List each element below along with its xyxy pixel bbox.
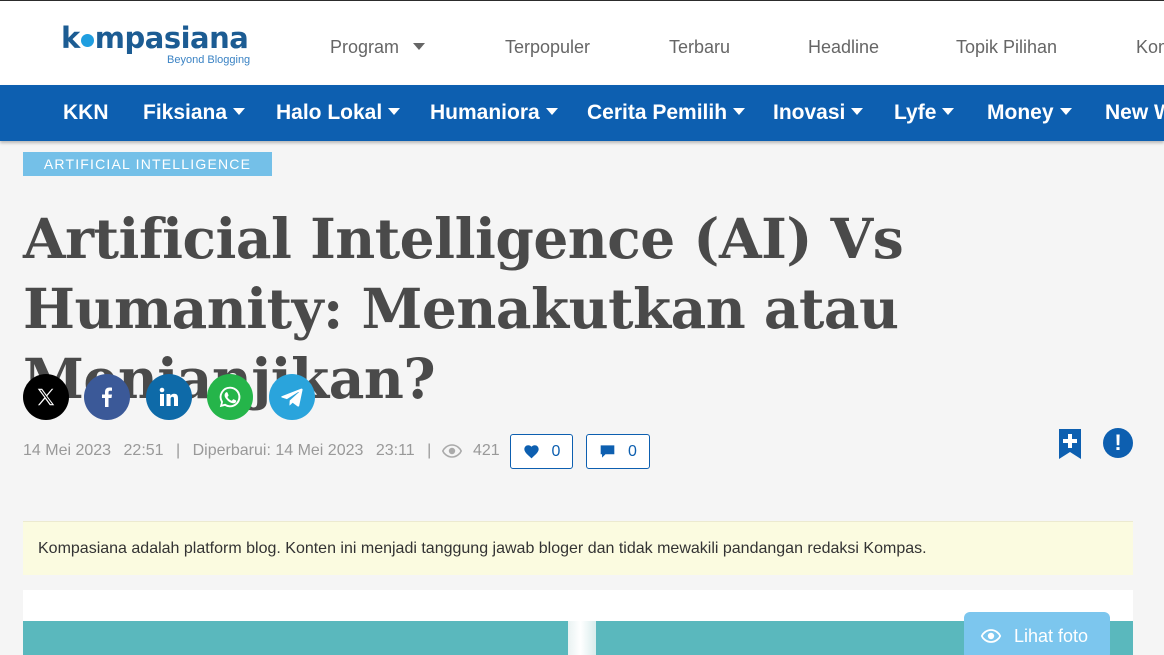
view-count: 421: [473, 442, 500, 459]
top-nav-terpopuler[interactable]: Terpopuler: [505, 37, 590, 58]
comment-icon: [600, 445, 615, 458]
meta-separator: |: [176, 442, 181, 459]
top-nav-program[interactable]: Program: [330, 37, 426, 58]
telegram-icon: [281, 388, 303, 407]
category-cerita-pemilih[interactable]: Cerita Pemilih: [587, 101, 746, 125]
top-nav-headline[interactable]: Headline: [808, 37, 879, 58]
published-time: 22:51: [123, 442, 164, 459]
article-title: Artificial Intelligence (AI) Vs Humanity…: [23, 206, 904, 411]
disclaimer-banner: Kompasiana adalah platform blog. Konten …: [23, 521, 1133, 575]
category-kkn[interactable]: KKN: [63, 101, 109, 125]
top-header: k mpasiana Beyond Blogging Program Terpop…: [0, 0, 1164, 85]
linkedin-icon: [159, 387, 178, 406]
category-halo-lokal[interactable]: Halo Lokal: [276, 101, 401, 125]
eye-icon: [442, 444, 462, 458]
facebook-icon: [102, 387, 112, 407]
share-facebook-button[interactable]: [84, 374, 130, 420]
category-badge[interactable]: ARTIFICIAL INTELLIGENCE: [23, 152, 272, 176]
updated-label: Diperbarui: 14 Mei 2023: [192, 442, 364, 459]
top-nav-terbaru[interactable]: Terbaru: [669, 37, 730, 58]
category-nav: KKN Fiksiana Halo Lokal Humaniora Cerita…: [0, 85, 1164, 141]
category-inovasi[interactable]: Inovasi: [773, 101, 864, 125]
category-new-w[interactable]: New W: [1105, 101, 1164, 125]
chevron-down-icon: [545, 108, 558, 115]
meta-separator: |: [427, 442, 432, 459]
chevron-down-icon: [733, 108, 746, 115]
category-money[interactable]: Money: [987, 101, 1072, 125]
share-telegram-button[interactable]: [269, 374, 315, 420]
top-nav: Program Terpopuler Terbaru Headline Topi…: [0, 37, 1164, 57]
heart-icon: [523, 445, 539, 459]
category-fiksiana[interactable]: Fiksiana: [143, 101, 246, 125]
article-meta: 14 Mei 2023 22:51 | Diperbarui: 14 Mei 2…: [23, 442, 439, 460]
bookmark-add-icon[interactable]: [1058, 428, 1082, 460]
eye-icon: [980, 629, 1002, 643]
image-divider: [568, 621, 596, 655]
chevron-down-icon: [233, 108, 246, 115]
whatsapp-icon: [219, 386, 241, 408]
exclamation-icon: !: [1114, 430, 1122, 455]
updated-time: 23:11: [375, 442, 415, 459]
chevron-down-icon: [1059, 108, 1072, 115]
category-lyfe[interactable]: Lyfe: [894, 101, 955, 125]
share-x-button[interactable]: [23, 374, 69, 420]
chevron-down-icon: [851, 108, 864, 115]
like-count: 0: [551, 442, 561, 460]
category-humaniora[interactable]: Humaniora: [430, 101, 558, 125]
view-photo-label: Lihat foto: [1014, 625, 1089, 646]
x-icon: [37, 388, 55, 406]
image-panel-left: [23, 621, 568, 655]
published-date: 14 Mei 2023: [23, 442, 112, 459]
chevron-down-icon: [942, 108, 955, 115]
share-whatsapp-button[interactable]: [207, 374, 253, 420]
top-nav-kom[interactable]: Kom: [1136, 37, 1164, 58]
report-button[interactable]: !: [1103, 428, 1133, 458]
comment-count: 0: [628, 442, 637, 460]
top-nav-topik-pilihan[interactable]: Topik Pilihan: [956, 37, 1057, 58]
chevron-down-icon: [413, 43, 426, 50]
comment-button[interactable]: 0: [586, 434, 650, 469]
chevron-down-icon: [388, 108, 401, 115]
view-photo-button[interactable]: Lihat foto: [964, 612, 1110, 655]
like-button[interactable]: 0: [510, 434, 573, 469]
share-linkedin-button[interactable]: [146, 374, 192, 420]
